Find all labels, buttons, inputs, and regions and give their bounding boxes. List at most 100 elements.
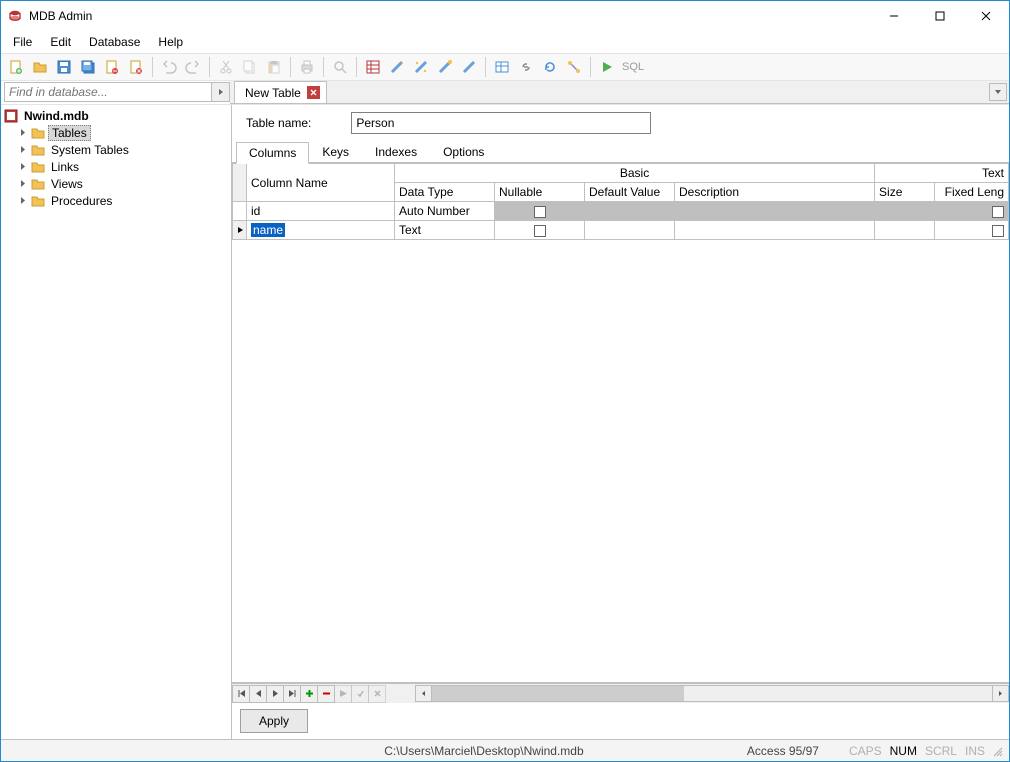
search-input[interactable] xyxy=(4,82,212,102)
tab-options[interactable]: Options xyxy=(430,141,497,163)
wizard-2-icon[interactable] xyxy=(410,56,432,78)
redo-icon[interactable] xyxy=(182,56,204,78)
tree-database-node[interactable]: Nwind.mdb xyxy=(1,107,231,124)
cell-size[interactable] xyxy=(875,221,935,240)
checkbox-icon[interactable] xyxy=(534,206,546,218)
remove-file-icon[interactable] xyxy=(101,56,123,78)
tab-columns[interactable]: Columns xyxy=(236,142,309,164)
paste-icon[interactable] xyxy=(263,56,285,78)
nav-last-icon[interactable] xyxy=(283,685,301,703)
cell-data-type[interactable]: Auto Number xyxy=(395,202,495,221)
scrl-indicator: SCRL xyxy=(921,744,961,758)
tree-system-tables-node[interactable]: System Tables xyxy=(1,141,231,158)
nav-remove-icon[interactable] xyxy=(317,685,335,703)
expand-icon[interactable] xyxy=(17,195,28,206)
col-header-type[interactable]: Data Type xyxy=(395,183,495,202)
cell-column-name[interactable]: id xyxy=(247,202,395,221)
data-icon[interactable] xyxy=(491,56,513,78)
tree-links-node[interactable]: Links xyxy=(1,158,231,175)
apply-button[interactable]: Apply xyxy=(240,709,308,733)
cell-default[interactable] xyxy=(585,221,675,240)
table-name-input[interactable] xyxy=(351,112,651,134)
tab-indexes[interactable]: Indexes xyxy=(362,141,430,163)
table-name-label: Table name: xyxy=(240,116,311,130)
expand-icon[interactable] xyxy=(17,144,28,155)
copy-icon[interactable] xyxy=(239,56,261,78)
tree-procedures-node[interactable]: Procedures xyxy=(1,192,231,209)
wizard-3-icon[interactable] xyxy=(434,56,456,78)
document-tab[interactable]: New Table xyxy=(234,81,327,103)
find-icon[interactable] xyxy=(329,56,351,78)
col-header-nullable[interactable]: Nullable xyxy=(495,183,585,202)
cell-description[interactable] xyxy=(675,221,875,240)
save-icon[interactable] xyxy=(53,56,75,78)
folder-icon xyxy=(30,159,46,175)
close-button[interactable] xyxy=(963,1,1009,31)
nav-first-icon[interactable] xyxy=(232,685,250,703)
cell-nullable[interactable] xyxy=(495,202,585,221)
wizard-1-icon[interactable] xyxy=(386,56,408,78)
cell-description[interactable] xyxy=(675,202,875,221)
new-file-icon[interactable] xyxy=(5,56,27,78)
expand-icon[interactable] xyxy=(17,127,28,138)
menu-file[interactable]: File xyxy=(5,33,40,51)
relations-icon[interactable] xyxy=(563,56,585,78)
folder-icon xyxy=(30,142,46,158)
nav-add-icon[interactable] xyxy=(300,685,318,703)
wizard-4-icon[interactable] xyxy=(458,56,480,78)
refresh-icon[interactable] xyxy=(539,56,561,78)
horizontal-scrollbar[interactable] xyxy=(415,685,1009,702)
tab-keys[interactable]: Keys xyxy=(309,141,362,163)
nav-next-icon[interactable] xyxy=(266,685,284,703)
tree-tables-node[interactable]: Tables xyxy=(1,124,231,141)
table-row[interactable]: idAuto Number xyxy=(233,202,1009,221)
scroll-left-icon[interactable] xyxy=(415,685,432,702)
col-header-fixed[interactable]: Fixed Leng xyxy=(935,183,1009,202)
run-icon[interactable] xyxy=(596,56,618,78)
col-header-default[interactable]: Default Value xyxy=(585,183,675,202)
cell-size[interactable] xyxy=(875,202,935,221)
checkbox-icon[interactable] xyxy=(534,225,546,237)
col-header-desc[interactable]: Description xyxy=(675,183,875,202)
nav-edit-icon[interactable] xyxy=(334,685,352,703)
delete-file-icon[interactable] xyxy=(125,56,147,78)
menu-edit[interactable]: Edit xyxy=(42,33,79,51)
nav-prev-icon[interactable] xyxy=(249,685,267,703)
object-tree[interactable]: Nwind.mdb Tables System Tables Links xyxy=(1,105,231,739)
nav-post-icon[interactable] xyxy=(351,685,369,703)
scroll-thumb[interactable] xyxy=(432,686,684,701)
tab-list-dropdown[interactable] xyxy=(989,83,1007,101)
open-file-icon[interactable] xyxy=(29,56,51,78)
print-icon[interactable] xyxy=(296,56,318,78)
undo-icon[interactable] xyxy=(158,56,180,78)
cell-default[interactable] xyxy=(585,202,675,221)
cell-fixed[interactable] xyxy=(935,221,1009,240)
cell-nullable[interactable] xyxy=(495,221,585,240)
checkbox-icon[interactable] xyxy=(992,206,1004,218)
nav-cancel-icon[interactable] xyxy=(368,685,386,703)
resize-grip-icon[interactable] xyxy=(989,745,1003,757)
cell-fixed[interactable] xyxy=(935,202,1009,221)
save-all-icon[interactable] xyxy=(77,56,99,78)
columns-grid[interactable]: Column Name Basic Text Data Type Nullabl… xyxy=(232,163,1009,240)
cut-icon[interactable] xyxy=(215,56,237,78)
tree-views-node[interactable]: Views xyxy=(1,175,231,192)
menu-help[interactable]: Help xyxy=(150,33,191,51)
expand-icon[interactable] xyxy=(17,178,28,189)
scroll-right-icon[interactable] xyxy=(992,685,1009,702)
expand-icon[interactable] xyxy=(17,161,28,172)
search-go-button[interactable] xyxy=(212,82,230,102)
col-header-name[interactable]: Column Name xyxy=(247,164,395,202)
cell-editing[interactable]: name xyxy=(251,223,285,237)
menu-database[interactable]: Database xyxy=(81,33,148,51)
checkbox-icon[interactable] xyxy=(992,225,1004,237)
maximize-button[interactable] xyxy=(917,1,963,31)
link-icon[interactable] xyxy=(515,56,537,78)
close-tab-icon[interactable] xyxy=(307,86,320,99)
cell-column-name[interactable]: name xyxy=(247,221,395,240)
cell-data-type[interactable]: Text xyxy=(395,221,495,240)
col-header-size[interactable]: Size xyxy=(875,183,935,202)
table-design-icon[interactable] xyxy=(362,56,384,78)
minimize-button[interactable] xyxy=(871,1,917,31)
table-row[interactable]: name Text xyxy=(233,221,1009,240)
